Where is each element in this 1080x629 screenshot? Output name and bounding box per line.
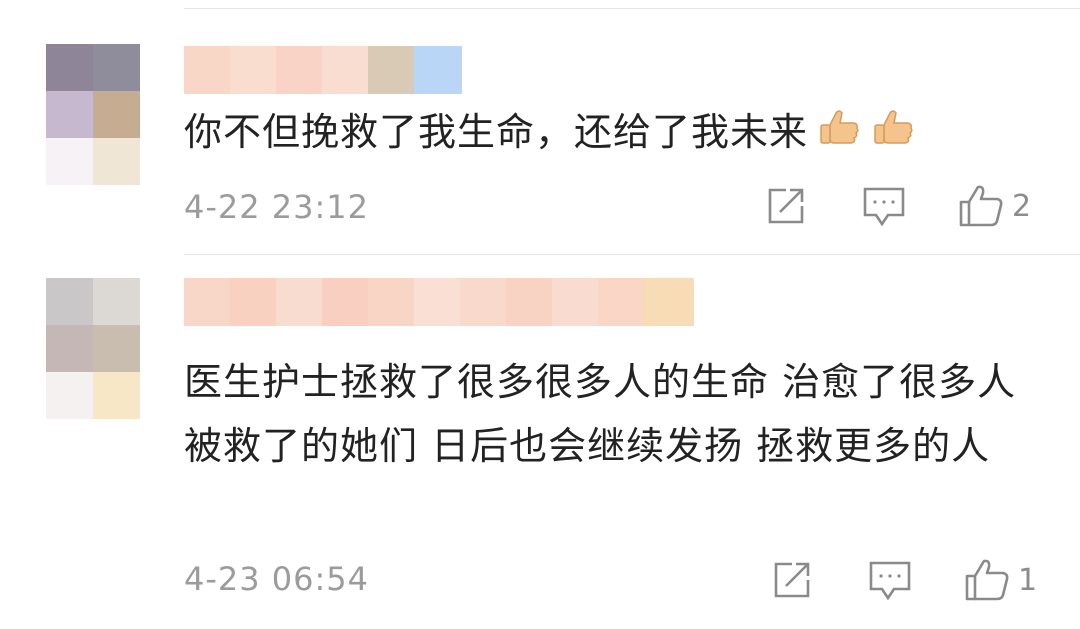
like-count: 2 (1012, 188, 1032, 224)
separator (184, 254, 1080, 255)
thumbs-up-emoji-icon (816, 105, 862, 151)
thumbs-up-emoji-icon (870, 105, 916, 151)
avatar[interactable] (46, 278, 140, 422)
avatar[interactable] (46, 44, 140, 188)
like-count: 1 (1018, 562, 1038, 598)
reply-icon (863, 187, 905, 227)
reply-button[interactable] (868, 560, 912, 602)
username-blurred[interactable] (184, 278, 694, 326)
share-icon (774, 562, 810, 598)
share-button[interactable] (766, 186, 806, 226)
comment-item: 医生护士拯救了很多很多人的生命 治愈了很多人 被救了的她们 日后也会继续发扬 拯… (0, 260, 1080, 629)
like-button[interactable]: 2 (958, 184, 1031, 228)
reply-button[interactable] (862, 186, 906, 228)
thumbs-up-icon (965, 559, 1009, 601)
username-blurred[interactable] (184, 46, 462, 94)
share-button[interactable] (772, 560, 812, 600)
comment-timestamp: 4-22 23:12 (184, 188, 370, 226)
comment-timestamp: 4-23 06:54 (184, 560, 370, 598)
like-button[interactable]: 1 (964, 558, 1037, 602)
comment-item: 你不但挽救了我生命，还给了我未来 4-22 23:12 2 (0, 0, 1080, 250)
share-icon (768, 188, 804, 224)
comment-text: 你不但挽救了我生命，还给了我未来 (184, 100, 1044, 164)
thumbs-up-icon (959, 185, 1003, 227)
comment-text: 医生护士拯救了很多很多人的生命 治愈了很多人 被救了的她们 日后也会继续发扬 拯… (184, 360, 1017, 468)
reply-icon (869, 561, 911, 601)
